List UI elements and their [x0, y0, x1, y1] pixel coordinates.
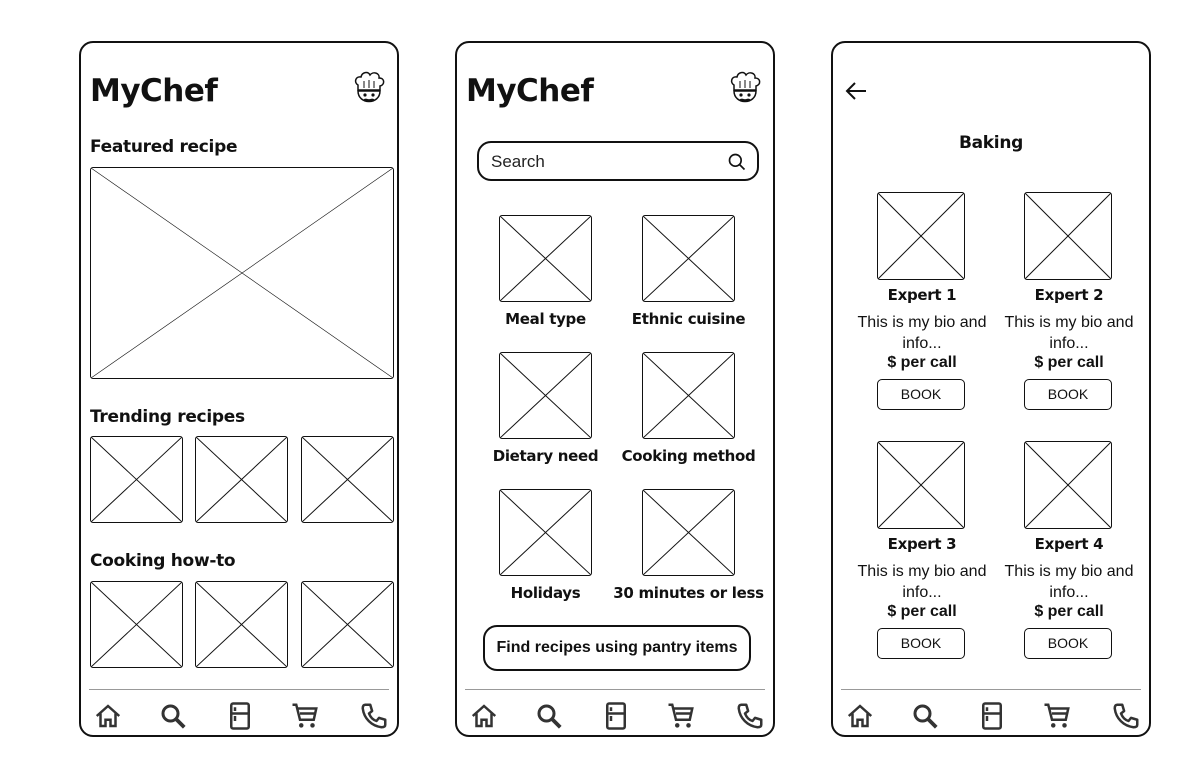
expert-price: $ per call	[1034, 354, 1104, 371]
bottom-nav	[841, 689, 1141, 735]
app-logo-text: MyChef	[90, 73, 218, 109]
search-icon[interactable]	[727, 152, 747, 172]
fridge-icon[interactable]	[977, 701, 1007, 731]
expert-photo[interactable]	[877, 441, 965, 529]
cart-icon[interactable]	[1042, 701, 1072, 731]
expert-name: Expert 4	[1034, 535, 1104, 553]
category-label[interactable]: Holidays	[487, 584, 604, 602]
featured-recipe-image[interactable]	[90, 167, 394, 379]
trending-recipe-thumb[interactable]	[301, 436, 394, 523]
category-image-meal-type[interactable]	[499, 215, 592, 302]
expert-photo[interactable]	[1024, 192, 1112, 280]
cart-icon[interactable]	[666, 701, 696, 731]
home-screen: MyChef Featured recipe Trending recipes …	[79, 41, 399, 737]
bottom-nav	[89, 689, 389, 735]
expert-bio: This is my bio and info...	[1004, 314, 1134, 352]
back-arrow-icon[interactable]	[844, 81, 868, 101]
bottom-nav	[465, 689, 765, 735]
home-icon[interactable]	[469, 701, 499, 731]
howto-thumb[interactable]	[90, 581, 183, 668]
expert-bio: This is my bio and info...	[857, 314, 987, 352]
category-image-ethnic-cuisine[interactable]	[642, 215, 735, 302]
home-icon[interactable]	[845, 701, 875, 731]
expert-bio: This is my bio and info...	[857, 563, 987, 601]
home-icon[interactable]	[93, 701, 123, 731]
howto-thumb[interactable]	[301, 581, 394, 668]
book-button[interactable]: BOOK	[877, 379, 965, 410]
category-label[interactable]: Ethnic cuisine	[620, 310, 757, 328]
fridge-icon[interactable]	[225, 701, 255, 731]
expert-price: $ per call	[1034, 603, 1104, 620]
expert-price: $ per call	[887, 354, 957, 371]
category-label[interactable]: Meal type	[487, 310, 604, 328]
experts-screen: Baking Expert 1 This is my bio and info.…	[831, 41, 1151, 737]
book-button[interactable]: BOOK	[1024, 379, 1112, 410]
trending-recipe-thumb[interactable]	[90, 436, 183, 523]
expert-bio: This is my bio and info...	[1004, 563, 1134, 601]
book-button[interactable]: BOOK	[877, 628, 965, 659]
book-button[interactable]: BOOK	[1024, 628, 1112, 659]
category-label[interactable]: Cooking method	[615, 447, 762, 465]
expert-name: Expert 2	[1034, 286, 1104, 304]
find-pantry-recipes-button[interactable]: Find recipes using pantry items	[483, 625, 751, 671]
trending-recipe-thumb[interactable]	[195, 436, 288, 523]
search-input[interactable]: Search	[477, 141, 759, 181]
phone-icon[interactable]	[359, 701, 389, 731]
expert-name: Expert 1	[887, 286, 957, 304]
search-icon[interactable]	[534, 701, 564, 731]
fridge-icon[interactable]	[601, 701, 631, 731]
chef-avatar-icon[interactable]	[352, 71, 386, 111]
expert-name: Expert 3	[887, 535, 957, 553]
featured-recipe-heading: Featured recipe	[90, 137, 238, 157]
category-label[interactable]: 30 minutes or less	[607, 584, 770, 602]
chef-avatar-icon[interactable]	[728, 71, 762, 111]
expert-price: $ per call	[887, 603, 957, 620]
search-icon[interactable]	[910, 701, 940, 731]
category-title: Baking	[958, 133, 1024, 153]
phone-icon[interactable]	[735, 701, 765, 731]
cart-icon[interactable]	[290, 701, 320, 731]
explore-screen: MyChef Search Meal type Ethnic cuisine D…	[455, 41, 775, 737]
category-image-cooking-method[interactable]	[642, 352, 735, 439]
app-logo-text: MyChef	[466, 73, 594, 109]
expert-photo[interactable]	[1024, 441, 1112, 529]
search-icon[interactable]	[158, 701, 188, 731]
category-image-30-minutes[interactable]	[642, 489, 735, 576]
expert-photo[interactable]	[877, 192, 965, 280]
category-image-holidays[interactable]	[499, 489, 592, 576]
category-label[interactable]: Dietary need	[482, 447, 609, 465]
phone-icon[interactable]	[1111, 701, 1141, 731]
category-image-dietary-need[interactable]	[499, 352, 592, 439]
trending-recipes-heading: Trending recipes	[90, 407, 245, 427]
search-placeholder: Search	[491, 152, 545, 171]
cooking-howto-heading: Cooking how-to	[90, 551, 236, 571]
howto-thumb[interactable]	[195, 581, 288, 668]
